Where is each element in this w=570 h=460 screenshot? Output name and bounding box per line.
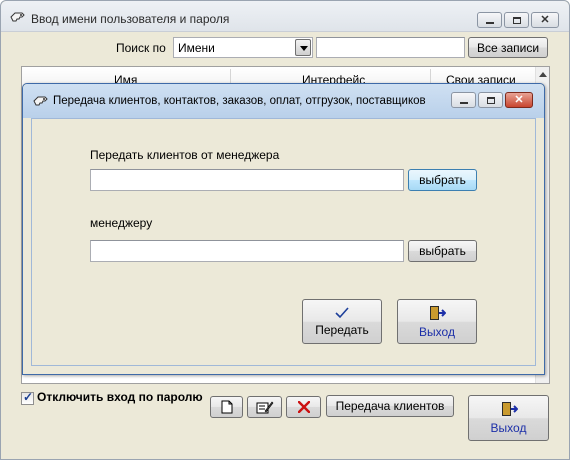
chevron-down-icon[interactable]	[295, 39, 311, 56]
key-hand-icon	[33, 96, 48, 106]
maximize-button[interactable]	[504, 12, 529, 28]
close-button[interactable]: ✕	[531, 12, 559, 28]
dialog-maximize-button[interactable]	[478, 92, 503, 108]
dialog-title: Передача клиентов, контактов, заказов, о…	[53, 95, 426, 107]
from-manager-select-button[interactable]: выбрать	[408, 169, 477, 191]
dialog-minimize-button[interactable]	[451, 92, 476, 108]
minimize-icon	[485, 21, 494, 24]
disable-password-label: Отключить вход по паролю	[37, 390, 203, 404]
key-hand-icon	[10, 12, 25, 22]
dialog-titlebar[interactable]: Передача клиентов, контактов, заказов, о…	[23, 84, 544, 118]
dialog-exit-button[interactable]: Выход	[397, 299, 477, 344]
disable-password-checkbox[interactable]	[21, 390, 34, 405]
dialog-exit-label: Выход	[419, 324, 455, 339]
transfer-submit-label: Передать	[315, 322, 369, 337]
search-field-select[interactable]: Имени	[173, 37, 313, 58]
minimize-button[interactable]	[477, 12, 502, 28]
to-manager-input[interactable]	[90, 240, 404, 262]
edit-icon	[256, 401, 273, 413]
delete-button[interactable]	[286, 396, 321, 418]
close-icon: ✕	[540, 13, 550, 26]
from-manager-input[interactable]	[90, 169, 404, 191]
to-manager-select-button[interactable]: выбрать	[408, 240, 477, 262]
window-title: Ввод имени пользователя и пароля	[31, 12, 230, 26]
scroll-up-icon[interactable]	[536, 67, 550, 81]
exit-door-icon	[430, 305, 446, 320]
main-titlebar[interactable]: Ввод имени пользователя и пароля ✕	[1, 1, 569, 32]
close-icon: ✕	[514, 93, 524, 106]
transfer-clients-button[interactable]: Передача клиентов	[326, 395, 454, 417]
maximize-icon	[512, 16, 521, 24]
exit-door-icon	[501, 402, 518, 416]
new-document-icon	[221, 400, 232, 414]
delete-x-icon	[297, 401, 310, 413]
main-exit-label: Выход	[490, 421, 527, 435]
search-by-label: Поиск по	[116, 41, 166, 55]
from-manager-label: Передать клиентов от менеджера	[90, 148, 280, 162]
checkmark-icon	[335, 306, 349, 318]
minimize-icon	[459, 101, 468, 104]
main-exit-button[interactable]: Выход	[468, 395, 549, 441]
new-button[interactable]	[210, 396, 243, 418]
search-input[interactable]	[316, 37, 465, 58]
dialog-body: Передать клиентов от менеджера выбрать м…	[31, 118, 536, 366]
transfer-submit-button[interactable]: Передать	[302, 299, 382, 344]
to-manager-label: менеджеру	[90, 216, 153, 230]
search-field-value: Имени	[178, 41, 215, 55]
maximize-icon	[486, 96, 495, 104]
transfer-dialog: Передача клиентов, контактов, заказов, о…	[22, 83, 545, 375]
dialog-close-button[interactable]: ✕	[505, 92, 533, 108]
all-records-button[interactable]: Все записи	[468, 37, 548, 58]
edit-button[interactable]	[247, 396, 282, 418]
